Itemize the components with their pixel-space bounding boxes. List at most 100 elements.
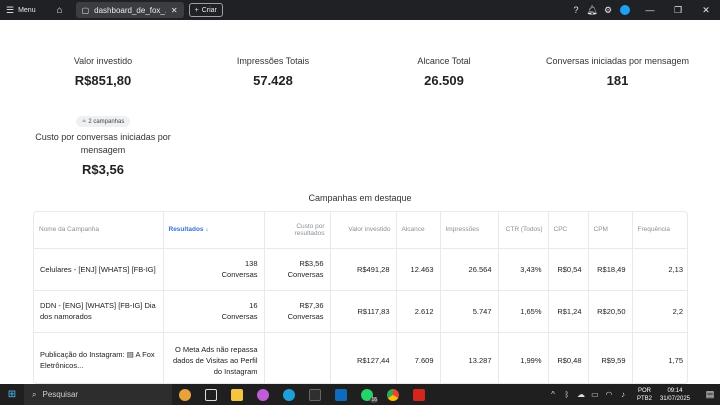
ctr-cell: 1,65%	[498, 290, 549, 333]
table-row[interactable]: Celulares - [ENJ] [WHATS] [FB-IG] 138 Con…	[34, 248, 687, 291]
avatar[interactable]	[620, 5, 630, 15]
campaign-name: Publicação do Instagram: ▤ A Fox Eletrôn…	[34, 332, 164, 383]
header-ctr[interactable]: CTR (Todos)	[498, 212, 549, 249]
invested-cell: R$127,44	[330, 332, 397, 383]
menu-button[interactable]: ☰ Menu	[0, 0, 42, 20]
wifi-icon[interactable]: ◠	[603, 390, 615, 399]
whatsapp-icon[interactable]: 16	[354, 384, 380, 405]
document-icon: ▢	[81, 5, 90, 15]
volume-icon[interactable]: ♪	[617, 390, 629, 399]
outlook-icon[interactable]	[328, 384, 354, 405]
header-cpc[interactable]: CPC	[548, 212, 589, 249]
frequency-cell: 2,13	[632, 248, 687, 291]
monitor-icon[interactable]: ▭	[589, 390, 601, 399]
windows-start-icon[interactable]: ⊞	[0, 384, 24, 405]
cost-cell	[264, 332, 331, 383]
header-impressions[interactable]: Impressões	[440, 212, 499, 249]
clock-time: 09:14	[667, 387, 683, 394]
cpc-cell: R$1,24	[548, 290, 589, 333]
settings-icon[interactable]: ⚙	[600, 0, 616, 20]
header-cost[interactable]: Custo por resultados	[264, 212, 331, 249]
taskbar-search[interactable]: ⌕ Pesquisar	[24, 384, 172, 405]
language-indicator[interactable]: POR PTB2	[637, 387, 652, 403]
cloud-icon[interactable]: ☁	[575, 390, 587, 399]
metric-label: Conversas iniciadas por mensagem	[545, 56, 690, 66]
table-row[interactable]: Publicação do Instagram: ▤ A Fox Eletrôn…	[34, 332, 687, 383]
metric-value: 57.428	[253, 73, 293, 88]
cost-cell: R$3,56 Conversas	[264, 248, 331, 291]
metric-conversations: Conversas iniciadas por mensagem 181	[530, 56, 705, 88]
results-cell: 16 Conversas	[163, 290, 265, 333]
campaign-name: Celulares - [ENJ] [WHATS] [FB-IG]	[34, 248, 164, 291]
cost-value: R$7,36	[299, 301, 324, 310]
cpc-cell: R$0,48	[548, 332, 589, 383]
campaigns-table: Nome da Campanha Resultados ↓ Custo por …	[33, 211, 688, 384]
clock-date: 31/07/2025	[659, 395, 690, 402]
header-name[interactable]: Nome da Campanha	[34, 212, 164, 249]
widgets-icon[interactable]	[172, 384, 198, 405]
metric-value: 26.509	[424, 73, 464, 88]
results-value: 138	[244, 259, 258, 268]
campaigns-badge[interactable]: ⩪ 2 campanhas	[75, 116, 131, 127]
header-results[interactable]: Resultados ↓	[163, 212, 265, 249]
metric-label: Valor investido	[73, 56, 133, 66]
bluetooth-icon[interactable]: ᛒ	[561, 390, 573, 399]
metric-reach: Alcance Total 26.509	[358, 56, 530, 88]
notifications-icon[interactable]: ▤	[700, 389, 720, 400]
tab-dashboard[interactable]: ▢ dashboard_de_fox_... ✕	[75, 2, 184, 18]
clock[interactable]: 09:14 31/07/2025	[660, 387, 690, 403]
close-window-icon[interactable]: ✕	[692, 0, 720, 20]
metric-value: R$851,80	[74, 73, 132, 88]
cost-value: R$3,56	[299, 259, 324, 268]
new-tab-button[interactable]: + Criar	[188, 3, 223, 17]
lang-line1: POR	[637, 387, 651, 394]
results-cell: 138 Conversas	[163, 248, 265, 291]
impressions-cell: 5.747	[440, 290, 499, 333]
bell-icon[interactable]: 🔔︎	[584, 0, 600, 20]
cost-unit: Conversas	[287, 270, 324, 279]
impressions-cell: 13.287	[440, 332, 499, 383]
results-unit: Conversas	[221, 312, 258, 321]
new-tab-label: Criar	[201, 6, 217, 14]
header-cpm[interactable]: CPM	[588, 212, 633, 249]
results-value: 16	[249, 301, 258, 310]
metric-invested: Valor investido R$851,80	[18, 56, 188, 88]
search-icon: ⌕	[32, 389, 37, 399]
acrobat-icon[interactable]	[406, 384, 432, 405]
minimize-icon[interactable]: —	[636, 0, 664, 20]
metric-cost-per-conversation: ⩪ 2 campanhas Custo por conversas inicia…	[18, 110, 188, 177]
results-unit: Conversas	[221, 270, 258, 279]
restore-icon[interactable]: ❐	[664, 0, 692, 20]
chevron-up-icon[interactable]: ^	[547, 390, 559, 399]
title-bar: ☰ Menu ⌂ ▢ dashboard_de_fox_... ✕ + Cria…	[0, 0, 720, 20]
header-reach[interactable]: Alcance	[396, 212, 441, 249]
search-placeholder: Pesquisar	[42, 390, 79, 399]
edge-icon[interactable]	[276, 384, 302, 405]
table-row[interactable]: DDN - [ENG] [WHATS] [FB-IG] Dia dos namo…	[34, 290, 687, 333]
metric-label: Impressões Totais	[236, 56, 310, 66]
header-results-label: Resultados	[168, 226, 204, 234]
whatsapp-badge: 16	[370, 397, 378, 403]
plus-icon: +	[194, 6, 199, 14]
metric-label: Custo por conversas iniciadas por mensag…	[35, 132, 171, 155]
ctr-cell: 3,43%	[498, 248, 549, 291]
frequency-cell: 2,2	[632, 290, 687, 333]
header-frequency[interactable]: Frequência	[632, 212, 687, 249]
copilot-icon[interactable]	[250, 384, 276, 405]
cpc-cell: R$0,54	[548, 248, 589, 291]
home-icon[interactable]: ⌂	[50, 0, 70, 20]
lang-line2: PTB2	[636, 395, 652, 402]
table-header-row: Nome da Campanha Resultados ↓ Custo por …	[34, 212, 687, 249]
taskbar: ⊞ ⌕ Pesquisar 16 ^ ᛒ ☁ ▭ ◠ ♪ POR PTB2 09…	[0, 384, 720, 405]
frequency-cell: 1,75	[632, 332, 687, 383]
help-icon[interactable]: ?	[568, 0, 584, 20]
reach-cell: 2.612	[396, 290, 441, 333]
chrome-icon[interactable]	[380, 384, 406, 405]
file-explorer-icon[interactable]	[224, 384, 250, 405]
header-invested[interactable]: Valor investido	[330, 212, 397, 249]
store-icon[interactable]	[302, 384, 328, 405]
close-tab-icon[interactable]: ✕	[171, 6, 178, 15]
task-view-icon[interactable]	[198, 384, 224, 405]
metric-value: 181	[606, 73, 629, 88]
section-title: Campanhas em destaque	[308, 193, 412, 203]
